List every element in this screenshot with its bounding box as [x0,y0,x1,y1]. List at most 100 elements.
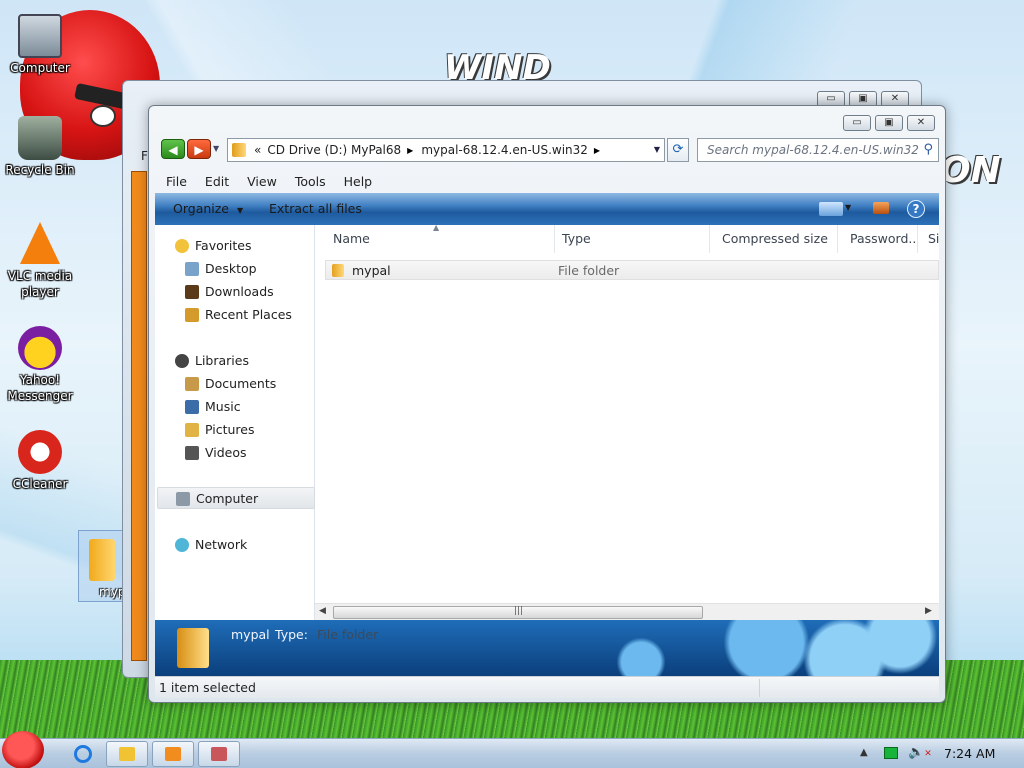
volume-muted-icon[interactable]: 🔈✕ [908,745,932,760]
maximize-button[interactable]: ▣ [875,115,903,131]
scroll-right-icon[interactable]: ▶ [925,606,932,616]
nav-downloads[interactable]: Downloads [155,281,313,303]
yahoo-smiley-icon [18,326,62,370]
column-header-compressed-size[interactable]: Compressed size [710,225,838,253]
nav-documents[interactable]: Documents [155,373,313,395]
row-type: File folder [558,263,620,278]
libraries-icon [175,354,189,368]
background-window-content [131,171,147,661]
search-icon[interactable]: ⚲ [923,139,933,161]
desktop-icon [185,262,199,276]
ccleaner-icon [18,430,62,474]
nav-libraries[interactable]: Libraries [155,350,313,372]
view-options-chevron-icon[interactable]: ▼ [845,203,851,212]
taskbar-media-player-button[interactable] [152,741,194,767]
desktop-icon-label: Recycle Bin [5,163,75,177]
details-type-label: Type: [275,627,308,642]
preview-pane-icon[interactable] [873,202,889,214]
desktop-icon-recycle-bin[interactable]: Recycle Bin [2,116,78,178]
extract-all-files-button[interactable]: Extract all files [269,201,362,216]
desktop-icon-mypal-folder[interactable]: myp [78,530,126,602]
nav-network[interactable]: Network [155,534,313,556]
folder-icon [332,264,344,277]
organize-button[interactable]: Organize ▼ [173,201,243,216]
breadcrumb-overflow[interactable]: « [254,143,261,157]
taskbar-explorer-button[interactable] [106,741,148,767]
nav-recent-places[interactable]: Recent Places [155,304,313,326]
breadcrumb-separator-icon[interactable]: ▶ [407,146,413,155]
menu-help[interactable]: Help [335,172,382,192]
close-button[interactable]: ✕ [907,115,935,131]
menu-file[interactable]: File [157,172,196,192]
command-toolbar: Organize ▼ Extract all files ▼ ? [155,193,939,225]
search-placeholder: Search mypal-68.12.4.en-US.win32 [707,143,919,157]
horizontal-scrollbar[interactable]: ◀ ||| ▶ [315,603,939,620]
start-button-angry-bird-icon[interactable] [2,731,44,768]
app-icon [211,747,227,761]
back-button[interactable]: ◀ [161,139,185,159]
menu-tools[interactable]: Tools [286,172,335,192]
desktop-icon-computer[interactable]: Computer [2,14,78,76]
address-bar[interactable]: « CD Drive (D:) MyPal68 ▶ mypal-68.12.4.… [227,138,665,162]
show-hidden-icons-icon[interactable]: ▲ [860,747,868,758]
navigation-pane: Favorites Desktop Downloads Recent Place… [155,225,315,620]
music-icon [185,400,199,414]
network-status-icon[interactable] [884,747,898,759]
status-text: 1 item selected [159,680,256,695]
scroll-left-icon[interactable]: ◀ [319,606,326,616]
clock[interactable]: 7:24 AM [944,746,995,761]
desktop-icon-label: Computer [10,61,70,75]
star-icon [175,239,189,253]
explorer-window[interactable]: ▭ ▣ ✕ ◀ ▶ ▼ « CD Drive (D:) MyPal68 ▶ my… [148,105,946,703]
nav-pictures[interactable]: Pictures [155,419,313,441]
organize-label: Organize [173,201,229,216]
desktop-icon-yahoo-messenger[interactable]: Yahoo! Messenger [2,326,78,404]
desktop-icon-vlc[interactable]: VLC media player [2,222,78,300]
forward-button[interactable]: ▶ [187,139,211,159]
address-dropdown-icon[interactable]: ▼ [654,145,660,154]
chevron-down-icon: ▼ [236,206,244,215]
nav-computer[interactable]: Computer [157,487,315,509]
refresh-button[interactable]: ⟳ [667,138,689,162]
breadcrumb-separator-icon[interactable]: ▶ [594,146,600,155]
menu-edit[interactable]: Edit [196,172,238,192]
details-pane: mypal Type: File folder [155,620,939,676]
menu-fragment: F [141,149,148,163]
table-row[interactable]: mypal File folder [325,260,939,280]
search-input[interactable]: Search mypal-68.12.4.en-US.win32 ⚲ [697,138,939,162]
recent-pages-dropdown[interactable]: ▼ [213,144,219,153]
nav-desktop[interactable]: Desktop [155,258,313,280]
change-view-icon[interactable] [819,202,843,216]
column-header-password[interactable]: Password... [838,225,918,253]
address-row: ◀ ▶ ▼ « CD Drive (D:) MyPal68 ▶ mypal-68… [159,138,939,162]
desktop-icon-label: VLC media player [7,269,73,299]
minimize-button[interactable]: ▭ [843,115,871,131]
column-header-size[interactable]: Si [918,225,939,253]
documents-icon [185,377,199,391]
help-icon[interactable]: ? [907,200,925,218]
nav-music[interactable]: Music [155,396,313,418]
breadcrumb-mypal-zip[interactable]: mypal-68.12.4.en-US.win32 [421,143,588,157]
internet-explorer-icon[interactable] [74,745,92,763]
row-name: mypal [352,263,391,278]
sort-ascending-icon: ▲ [433,223,440,232]
details-type-value: File folder [317,627,379,642]
computer-icon [176,492,190,506]
folder-icon [89,539,115,581]
status-bar: 1 item selected [155,676,939,698]
desktop-icon-ccleaner[interactable]: CCleaner [2,430,78,492]
folder-icon [177,628,209,668]
column-header-type[interactable]: Type [550,225,710,253]
breadcrumb-cd-drive[interactable]: CD Drive (D:) MyPal68 [267,143,401,157]
network-globe-icon [175,538,189,552]
file-list[interactable]: Name ▲ Type Compressed size Password... … [315,223,939,620]
media-player-icon [165,747,181,761]
nav-videos[interactable]: Videos [155,442,313,464]
taskbar-app-button[interactable] [198,741,240,767]
zip-folder-icon [232,143,246,157]
menu-view[interactable]: View [238,172,286,192]
recent-places-icon [185,308,199,322]
scrollbar-thumb[interactable]: ||| [333,606,703,619]
nav-favorites[interactable]: Favorites [155,235,313,257]
status-bar-sections [759,679,939,697]
